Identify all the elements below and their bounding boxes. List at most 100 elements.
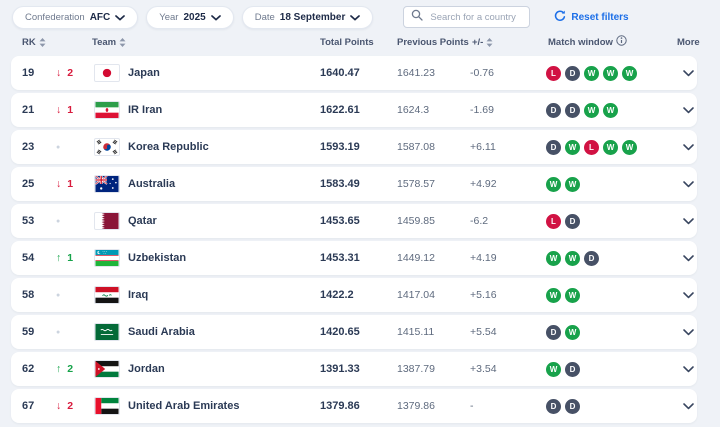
- result-badge: W: [565, 177, 580, 192]
- previous-points: 1624.3: [397, 93, 429, 127]
- expand-row-button[interactable]: [675, 389, 701, 423]
- confederation-filter-label: Confederation: [25, 12, 85, 23]
- result-badge: W: [565, 251, 580, 266]
- total-points: 1583.49: [320, 167, 360, 201]
- flag-uzbekistan-icon: [94, 249, 120, 267]
- team-name: Qatar: [128, 204, 157, 238]
- chevron-down-icon: [683, 286, 694, 304]
- flag-korea-republic-icon: [94, 138, 120, 156]
- table-row[interactable]: 62 ↑ 2 Jordan 1391.33 1387.79 +3.54 W D: [11, 352, 697, 386]
- rank-change: ●: [56, 315, 66, 349]
- total-points: 1593.19: [320, 130, 360, 164]
- rank-value: 62: [22, 352, 46, 386]
- expand-row-button[interactable]: [675, 130, 701, 164]
- chevron-down-icon: [683, 249, 694, 267]
- result-badge: W: [546, 362, 561, 377]
- result-badge: D: [546, 103, 561, 118]
- year-filter[interactable]: Year 2025: [146, 6, 233, 29]
- chevron-down-icon: [683, 323, 694, 341]
- reset-filters-label: Reset filters: [571, 12, 628, 23]
- date-filter-label: Date: [255, 12, 275, 23]
- result-badge: D: [565, 103, 580, 118]
- flag-uae-icon: [94, 397, 120, 415]
- sort-icon[interactable]: [39, 38, 46, 47]
- table-row[interactable]: 25 ↓ 1 Australia 1583.49 1578.57 +4.92 W…: [11, 167, 697, 201]
- rank-change-icon: ●: [56, 144, 60, 151]
- table-row[interactable]: 21 ↓ 1 IR Iran 1622.61 1624.3 -1.69 D D …: [11, 93, 697, 127]
- expand-row-button[interactable]: [675, 241, 701, 275]
- rank-value: 58: [22, 278, 46, 312]
- reset-icon: [554, 10, 566, 25]
- match-window: W W: [546, 167, 580, 201]
- rank-change: ↓ 2: [56, 56, 73, 90]
- sort-icon[interactable]: [119, 38, 126, 47]
- rank-change: ↑ 2: [56, 352, 73, 386]
- table-row[interactable]: 59 ● Saudi Arabia 1420.65 1415.11 +5.54 …: [11, 315, 697, 349]
- expand-row-button[interactable]: [675, 56, 701, 90]
- expand-row-button[interactable]: [675, 278, 701, 312]
- rank-change-icon: ●: [56, 329, 60, 336]
- rank-change: ●: [56, 204, 66, 238]
- previous-points: 1587.08: [397, 130, 435, 164]
- expand-row-button[interactable]: [675, 352, 701, 386]
- sort-icon[interactable]: [486, 38, 493, 47]
- expand-row-button[interactable]: [675, 93, 701, 127]
- rank-change-value: 1: [67, 252, 73, 264]
- match-window: W D: [546, 352, 580, 386]
- points-diff: -0.76: [470, 56, 494, 90]
- match-window: D D W W: [546, 93, 618, 127]
- table-row[interactable]: 23 ● Korea Republic 1593.19 1587.08 +6.1…: [11, 130, 697, 164]
- chevron-down-icon: [683, 397, 694, 415]
- flag-australia-icon: [94, 175, 120, 193]
- rank-value: 53: [22, 204, 46, 238]
- rank-value: 25: [22, 167, 46, 201]
- expand-row-button[interactable]: [675, 315, 701, 349]
- result-badge: D: [565, 66, 580, 81]
- chevron-down-icon: [115, 8, 125, 26]
- date-filter[interactable]: Date 18 September: [242, 6, 374, 29]
- rank-change-value: 2: [67, 400, 73, 412]
- header-more: More: [677, 37, 700, 48]
- chevron-down-icon: [211, 8, 221, 26]
- match-window: D D: [546, 389, 580, 423]
- rank-change-icon: ↓: [56, 178, 61, 190]
- info-icon[interactable]: [616, 35, 627, 49]
- rank-change: ↓ 1: [56, 93, 73, 127]
- result-badge: W: [565, 140, 580, 155]
- match-window: D W: [546, 315, 580, 349]
- result-badge: W: [546, 177, 561, 192]
- table-row[interactable]: 67 ↓ 2 United Arab Emirates 1379.86 1379…: [11, 389, 697, 423]
- table-header: RK Team Total Points Previous Points +/-…: [0, 33, 720, 51]
- rank-change: ↓ 2: [56, 389, 73, 423]
- chevron-down-icon: [350, 8, 360, 26]
- reset-filters-button[interactable]: Reset filters: [554, 10, 628, 25]
- result-badge: D: [546, 399, 561, 414]
- result-badge: W: [622, 66, 637, 81]
- table-row[interactable]: 19 ↓ 2 Japan 1640.47 1641.23 -0.76 L D W…: [11, 56, 697, 90]
- result-badge: W: [603, 66, 618, 81]
- previous-points: 1417.04: [397, 278, 435, 312]
- match-window: D W L W W: [546, 130, 637, 164]
- result-badge: D: [565, 399, 580, 414]
- date-filter-value: 18 September: [280, 12, 346, 23]
- flag-japan-icon: [94, 64, 120, 82]
- result-badge: W: [603, 140, 618, 155]
- table-row[interactable]: 53 ● Qatar 1453.65 1459.85 -6.2 L D: [11, 204, 697, 238]
- result-badge: W: [584, 103, 599, 118]
- expand-row-button[interactable]: [675, 167, 701, 201]
- chevron-down-icon: [683, 360, 694, 378]
- rank-value: 67: [22, 389, 46, 423]
- previous-points: 1578.57: [397, 167, 435, 201]
- rank-change-value: 2: [67, 363, 73, 375]
- rank-change-icon: ↑: [56, 252, 61, 264]
- table-row[interactable]: 58 ● Iraq 1422.2 1417.04 +5.16 W W: [11, 278, 697, 312]
- confederation-filter[interactable]: Confederation AFC: [12, 6, 138, 29]
- search-input[interactable]: [428, 11, 522, 24]
- expand-row-button[interactable]: [675, 204, 701, 238]
- flag-qatar-icon: [94, 212, 120, 230]
- confederation-filter-value: AFC: [90, 12, 111, 23]
- result-badge: L: [546, 66, 561, 81]
- search-icon: [411, 8, 423, 26]
- header-match-window: Match window: [548, 37, 613, 48]
- table-row[interactable]: 54 ↑ 1 Uzbekistan 1453.31 1449.12 +4.19 …: [11, 241, 697, 275]
